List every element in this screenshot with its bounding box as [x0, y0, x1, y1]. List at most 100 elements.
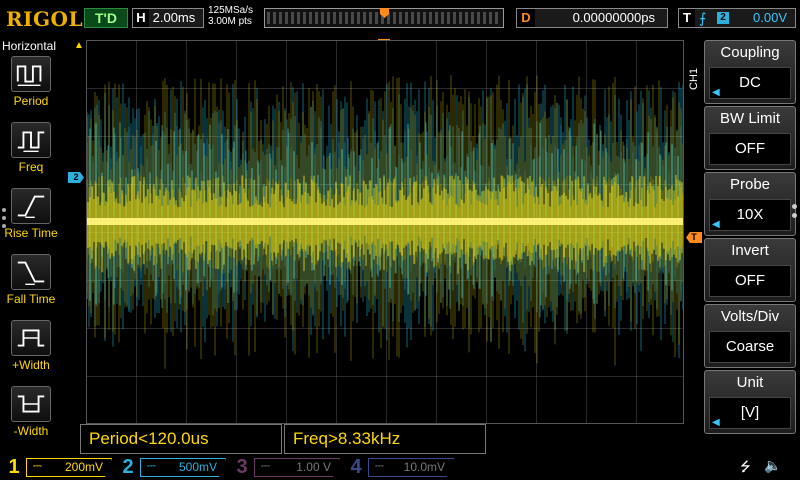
measure-menu: Horizontal Period Freq Rise Time Fall Ti…: [0, 38, 62, 454]
measurement-freq[interactable]: Freq>8.33kHz: [284, 424, 486, 454]
coupling-value: DC: [739, 74, 761, 91]
ch1-scale-box: ⎓ 200mV: [26, 458, 112, 477]
ch1-status[interactable]: 1 ⎓ 200mV: [4, 456, 116, 478]
measure-fall-time-label: Fall Time: [6, 292, 56, 306]
volts-div-softkey[interactable]: Volts/Div Coarse: [704, 304, 796, 368]
left-arrow-icon: ◀: [712, 417, 720, 428]
left-arrow-icon: ◀: [712, 219, 720, 230]
unit-value: [V]: [740, 404, 760, 421]
speaker-mute-icon: 🔈: [764, 457, 782, 473]
channel-menu: Coupling ◀ DC BW Limit OFF Probe ◀ 10X I…: [704, 38, 800, 454]
ch4-number: 4: [350, 456, 362, 478]
horizontal-key: H: [133, 9, 149, 27]
ch2-offset-marker[interactable]: 2: [68, 172, 84, 183]
menu-page-dots-icon: [2, 208, 6, 232]
bw-limit-value-box: OFF: [709, 133, 791, 165]
measure-menu-title: Horizontal: [2, 39, 57, 53]
volts-div-value: Coarse: [725, 338, 775, 355]
invert-value: OFF: [735, 272, 765, 289]
delay-box[interactable]: D 0.00000000ps: [516, 8, 668, 28]
top-status-bar: RIGOL T'D H 2.00ms 125MSa/s 3.00M pts D …: [0, 0, 800, 38]
ch3-status[interactable]: 3 ⎓ 1.00 V: [232, 456, 344, 478]
ch3-scale-box: ⎓ 1.00 V: [254, 458, 340, 477]
dc-coupling-icon: ⎓: [33, 460, 42, 472]
ch3-scale: 1.00 V: [296, 460, 331, 474]
ch2-number: 2: [122, 456, 134, 478]
measure-freq-label: Freq: [18, 160, 44, 174]
memory-depth: 3.00M pts: [208, 16, 252, 27]
acquisition-info: 125MSa/s 3.00M pts: [208, 5, 253, 27]
unit-title: Unit: [736, 374, 764, 391]
waveform-display[interactable]: [86, 40, 684, 424]
channel-status-bar: 1 ⎓ 200mV 2 ⎓ 500mV 3 ⎓ 1.00 V 4 ⎓ 10.0m…: [0, 454, 800, 480]
coupling-title: Coupling: [720, 44, 780, 61]
volts-div-title: Volts/Div: [720, 308, 780, 325]
invert-softkey[interactable]: Invert OFF: [704, 238, 796, 302]
probe-value: 10X: [736, 206, 764, 223]
invert-title: Invert: [731, 242, 769, 259]
channel-side-label: CH1: [688, 68, 700, 91]
ch4-scale-box: ⎓ 10.0mV: [368, 458, 454, 477]
measure-rise-time-button[interactable]: Rise Time: [0, 188, 62, 252]
waveform-traces: [87, 75, 683, 369]
measure-pos-width-label: +Width: [12, 358, 50, 372]
usb-icon: ⭍: [740, 459, 751, 474]
ch1-scale: 200mV: [64, 460, 103, 474]
ch4-status[interactable]: 4 ⎓ 10.0mV: [346, 456, 458, 478]
measure-pos-width-button[interactable]: +Width: [0, 320, 62, 384]
rising-edge-icon: ⨍: [699, 10, 707, 26]
unit-softkey[interactable]: Unit ◀ [V]: [704, 370, 796, 434]
probe-title: Probe: [729, 176, 771, 193]
ch1-offset-top-icon: ▲: [74, 40, 84, 51]
trigger-source-badge: 2: [717, 12, 729, 24]
ch1-trace-center: [87, 218, 683, 225]
ch2-scale-box: ⎓ 500mV: [140, 458, 226, 477]
unit-value-box: ◀ [V]: [709, 397, 791, 429]
invert-value-box: OFF: [709, 265, 791, 297]
ch2-scale: 500mV: [178, 460, 217, 474]
dc-coupling-icon: ⎓: [375, 460, 384, 472]
memory-timeline-bar[interactable]: [264, 8, 504, 28]
ch1-number: 1: [8, 456, 20, 478]
dc-coupling-icon: ⎓: [261, 460, 270, 472]
measure-neg-width-button[interactable]: -Width: [0, 386, 62, 450]
bw-limit-softkey[interactable]: BW Limit OFF: [704, 106, 796, 170]
dc-coupling-icon: ⎓: [147, 460, 156, 472]
ch2-status[interactable]: 2 ⎓ 500mV: [118, 456, 230, 478]
sample-rate: 125MSa/s: [208, 5, 254, 16]
freq-icon: [11, 122, 51, 158]
trigger-level-value: 0.00V: [753, 10, 787, 25]
measure-rise-time-label: Rise Time: [4, 226, 58, 240]
ch4-scale: 10.0mV: [403, 460, 445, 474]
trigger-key: T: [679, 9, 695, 27]
measure-period-label: Period: [13, 94, 49, 108]
period-icon: [11, 56, 51, 92]
rise-time-icon: [11, 188, 51, 224]
trigger-box[interactable]: T ⨍ 2 0.00V: [678, 8, 796, 28]
coupling-value-box: ◀ DC: [709, 67, 791, 99]
horizontal-scale-box[interactable]: H 2.00ms: [132, 8, 204, 28]
probe-softkey[interactable]: Probe ◀ 10X: [704, 172, 796, 236]
measurement-period[interactable]: Period<120.0us: [80, 424, 282, 454]
measure-neg-width-label: -Width: [13, 424, 49, 438]
horizontal-scale-value: 2.00ms: [152, 10, 196, 25]
delay-key: D: [517, 9, 535, 27]
volts-div-value-box: Coarse: [709, 331, 791, 363]
menu-page-dots-icon: [792, 204, 798, 222]
left-arrow-icon: ◀: [712, 87, 720, 98]
bw-limit-value: OFF: [735, 140, 765, 157]
measure-freq-button[interactable]: Freq: [0, 122, 62, 186]
coupling-softkey[interactable]: Coupling ◀ DC: [704, 40, 796, 104]
measure-period-button[interactable]: Period: [0, 56, 62, 120]
fall-time-icon: [11, 254, 51, 290]
probe-value-box: ◀ 10X: [709, 199, 791, 231]
ch3-number: 3: [236, 456, 248, 478]
pos-width-icon: [11, 320, 51, 356]
trigger-level-marker[interactable]: T: [686, 232, 702, 243]
neg-width-icon: [11, 386, 51, 422]
measure-fall-time-button[interactable]: Fall Time: [0, 254, 62, 318]
bw-limit-title: BW Limit: [720, 110, 780, 127]
brand-logo: RIGOL: [6, 7, 84, 31]
delay-value: 0.00000000ps: [572, 10, 655, 25]
run-status-badge[interactable]: T'D: [84, 8, 128, 28]
